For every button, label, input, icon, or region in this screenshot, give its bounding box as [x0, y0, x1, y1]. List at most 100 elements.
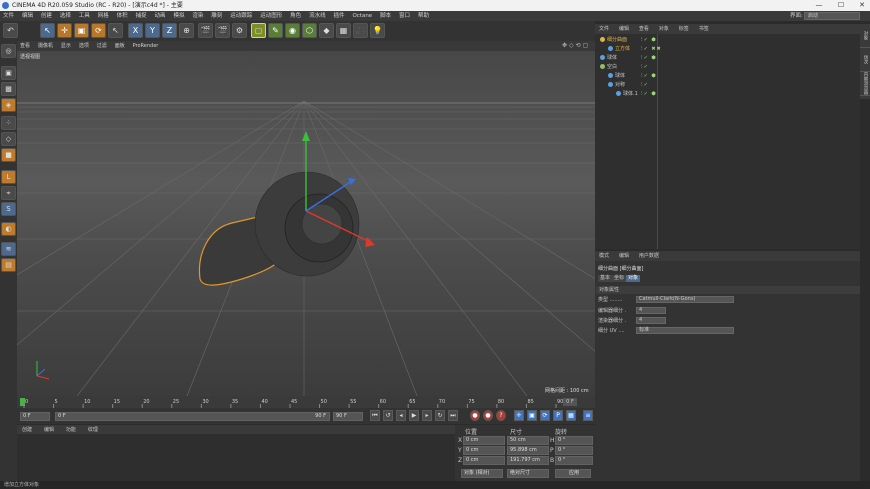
go-to-end-icon[interactable]: ⏭	[448, 410, 458, 421]
render-view-icon[interactable]: 🎬	[198, 23, 213, 38]
menu-mograph[interactable]: 运动图形	[257, 11, 285, 21]
key-parameter-icon[interactable]: P	[553, 410, 563, 421]
menu-file[interactable]: 文件	[0, 11, 17, 21]
next-frame-icon[interactable]: ▸	[422, 410, 432, 421]
y-axis-lock-icon[interactable]: Y	[145, 23, 160, 38]
obj-menu-edit[interactable]: 编辑	[615, 24, 633, 34]
menu-plugins[interactable]: 插件	[331, 11, 348, 21]
visibility-toggles[interactable]: ⁝✓	[641, 81, 649, 89]
timeline-ruler[interactable]: 0 5 10 15 20 25 30 35 40 45 50 55 60 65 70 75 80 85 90	[17, 396, 595, 408]
viewport-menu-options[interactable]: 选项	[76, 41, 92, 51]
edges-mode-icon[interactable]: ◇	[1, 132, 16, 146]
deformer-icon[interactable]: ◆	[319, 23, 334, 38]
close-button[interactable]: ✕	[855, 0, 869, 11]
viewport-menu-panel[interactable]: 面板	[112, 41, 128, 51]
subdivide-uv-select[interactable]: 标准	[636, 327, 734, 334]
obj-menu-view[interactable]: 查看	[635, 24, 653, 34]
key-scale-icon[interactable]: ▣	[527, 410, 537, 421]
menu-help[interactable]: 帮助	[415, 11, 432, 21]
workplane-lock-icon[interactable]: ▤	[1, 258, 16, 272]
render-picture-viewer-icon[interactable]: 🎬	[215, 23, 230, 38]
points-mode-icon[interactable]: ⁘	[1, 116, 16, 130]
size-x-field[interactable]: 50 cm	[507, 436, 549, 445]
menu-character[interactable]: 角色	[287, 11, 304, 21]
pen-spline-icon[interactable]: ✎	[268, 23, 283, 38]
scale-icon[interactable]: ▣	[74, 23, 89, 38]
timeline-window-icon[interactable]: ≡	[583, 410, 593, 421]
model-mode-icon[interactable]: ▣	[1, 66, 16, 80]
obj-menu-object[interactable]: 对象	[655, 24, 673, 34]
recent-tool-icon[interactable]: ↖	[108, 23, 123, 38]
record-key-icon[interactable]: ●	[470, 410, 480, 421]
snap-icon[interactable]: S	[1, 202, 16, 216]
viewport-menu-filter[interactable]: 过滤	[94, 41, 110, 51]
viewport-menu-view[interactable]: 查看	[17, 41, 33, 51]
rotate-icon[interactable]: ⟳	[91, 23, 106, 38]
visibility-toggles[interactable]: ⁝✓ ✖✖	[641, 45, 662, 53]
layer-manager-icon[interactable]: ≋	[1, 242, 16, 256]
menu-simulate[interactable]: 模拟	[170, 11, 187, 21]
object-row[interactable]: 空白	[596, 63, 617, 71]
side-tab-takes[interactable]: 场次	[860, 48, 870, 72]
attr-tab-object[interactable]: 对象	[626, 275, 641, 282]
undo-icon[interactable]: ↶	[3, 23, 18, 38]
size-y-field[interactable]: 95.898 cm	[507, 446, 549, 455]
subdivision-type-select[interactable]: Catmull-Clark(N-Gons)	[636, 296, 734, 303]
material-area[interactable]	[17, 434, 455, 481]
add-cube-icon[interactable]: ▢	[251, 23, 266, 38]
menu-pipeline[interactable]: 流水线	[306, 11, 329, 21]
cloner-icon[interactable]: ⬡	[302, 23, 317, 38]
coord-mode-select[interactable]: 对象 (相对)	[461, 469, 503, 478]
object-row[interactable]: 球体	[596, 72, 625, 80]
coordinate-system-icon[interactable]: ⊕	[179, 23, 194, 38]
menu-render[interactable]: 渲染	[189, 11, 206, 21]
object-row[interactable]: 球体.1	[596, 90, 638, 98]
key-pla-icon[interactable]: ▦	[566, 410, 576, 421]
end-frame-field[interactable]: 90 F	[333, 412, 363, 421]
workplane-icon[interactable]: ◈	[1, 98, 16, 112]
visibility-toggles[interactable]: ⁝✓ ⬢	[641, 90, 657, 98]
position-x-field[interactable]: 0 cm	[463, 436, 505, 445]
menu-window[interactable]: 窗口	[396, 11, 413, 21]
floor-icon[interactable]: ▦	[336, 23, 351, 38]
frame-range-slider[interactable]: 0 F 90 F	[55, 412, 330, 421]
light-icon[interactable]: 💡	[370, 23, 385, 38]
previous-frame-icon[interactable]: ◂	[396, 410, 406, 421]
select-cursor-icon[interactable]: ↖	[40, 23, 55, 38]
side-tab-objects[interactable]: 对象	[860, 24, 870, 48]
autokey-icon[interactable]: ●	[483, 410, 493, 421]
go-to-start-icon[interactable]: ⏮	[370, 410, 380, 421]
menu-animate[interactable]: 动画	[152, 11, 169, 21]
rotation-h-field[interactable]: 0 °	[555, 436, 593, 445]
sphere-objects[interactable]	[254, 171, 360, 277]
editor-subdivision-field[interactable]: 4	[636, 307, 666, 314]
menu-edit[interactable]: 编辑	[19, 11, 36, 21]
attr-menu-edit[interactable]: 编辑	[615, 251, 633, 261]
visibility-toggles[interactable]: ⁝✓ ⬢	[641, 36, 657, 44]
rotation-b-field[interactable]: 0 °	[555, 456, 593, 465]
render-settings-icon[interactable]: ⚙	[232, 23, 247, 38]
rotation-p-field[interactable]: 0 °	[555, 446, 593, 455]
object-column-divider[interactable]	[657, 34, 658, 249]
previous-key-icon[interactable]: ↺	[383, 410, 393, 421]
render-subdivision-field[interactable]: 4	[636, 317, 666, 324]
menu-motion-tracking[interactable]: 运动跟踪	[227, 11, 255, 21]
key-position-icon[interactable]: ✛	[514, 410, 524, 421]
menu-sculpt[interactable]: 雕刻	[208, 11, 225, 21]
visibility-toggles[interactable]: ⁝✓	[641, 63, 649, 71]
minimize-button[interactable]: —	[812, 0, 826, 11]
play-icon[interactable]: ▶	[409, 410, 419, 421]
z-axis-lock-icon[interactable]: Z	[162, 23, 177, 38]
perspective-viewport[interactable]	[17, 51, 595, 396]
current-frame-field[interactable]: 0 F	[20, 412, 50, 421]
position-z-field[interactable]: 0 cm	[463, 456, 505, 465]
camera-icon[interactable]: 🎥	[353, 23, 368, 38]
texture-mode-icon[interactable]: ▩	[1, 82, 16, 96]
menu-script[interactable]: 脚本	[377, 11, 394, 21]
viewport-menu-display[interactable]: 显示	[58, 41, 74, 51]
soft-selection-icon[interactable]: ◐	[1, 222, 16, 236]
object-row[interactable]: 对称	[596, 81, 625, 89]
obj-menu-bookmarks[interactable]: 书签	[695, 24, 713, 34]
subdivision-surface-icon[interactable]: ◉	[285, 23, 300, 38]
side-tab-content-browser[interactable]: 内容浏览器	[860, 72, 870, 96]
